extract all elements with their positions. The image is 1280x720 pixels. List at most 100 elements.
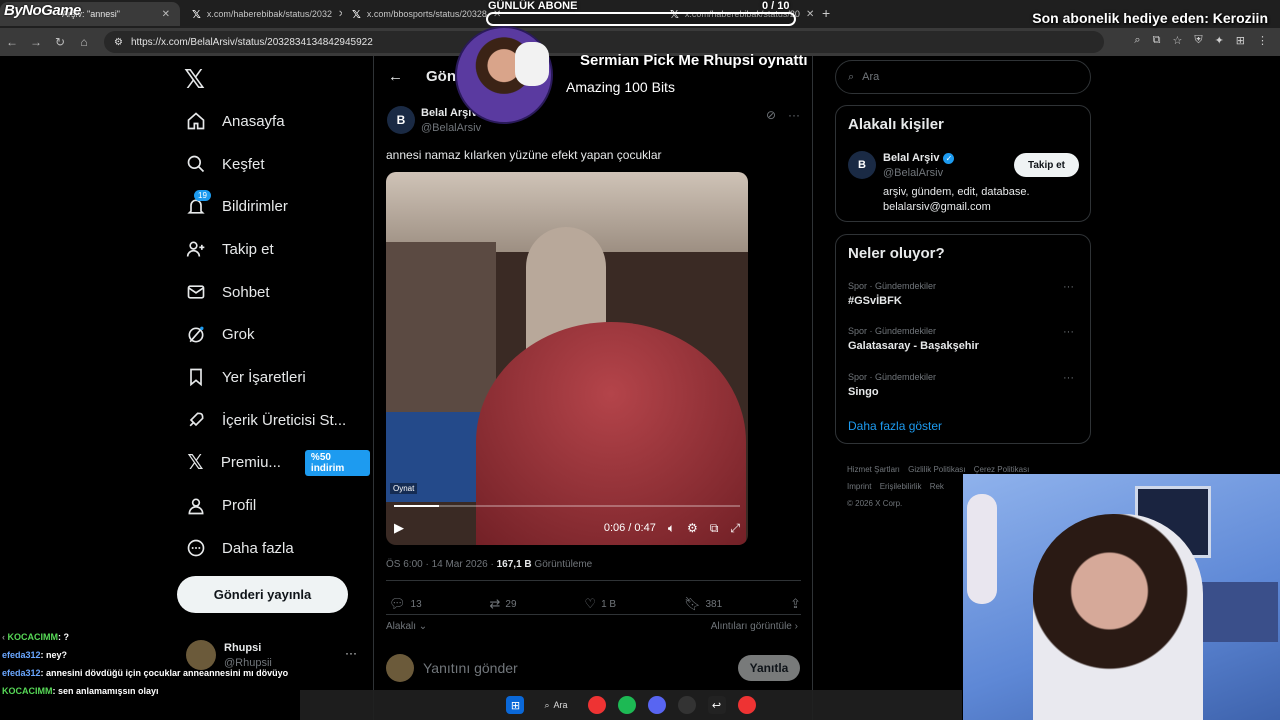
discord-icon[interactable]	[647, 696, 666, 714]
browser-tab[interactable]: 𝕏 x.com/bbosports/status/20328 ✕	[342, 2, 502, 26]
trends-card: Neler oluyor? Spor · Gündemdekiler #GSvİ…	[835, 234, 1091, 444]
menu-icon[interactable]: ⋮	[1257, 34, 1268, 47]
chrome-icon[interactable]	[737, 696, 756, 714]
home-icon	[186, 111, 206, 131]
settings-icon[interactable]: ⚙	[687, 521, 698, 535]
close-icon[interactable]: ✕	[162, 9, 170, 20]
footer-link[interactable]: Hizmet Şartları	[847, 465, 900, 474]
taskbar: ⊞ ⌕ Ara ↩	[300, 690, 962, 720]
more-icon[interactable]: ···	[345, 646, 357, 660]
more-icon[interactable]: ···	[788, 108, 800, 122]
back-arrow-icon[interactable]: ←	[388, 68, 403, 85]
windows-start-icon[interactable]: ⊞	[506, 696, 525, 714]
reload-icon[interactable]: ↻	[48, 35, 72, 49]
footer-link[interactable]: Erişilebilirlik	[880, 482, 922, 491]
video-player[interactable]: Oynat ▶ 0:06 / 0:47 🔈︎ ⚙ ⧉ ⤢	[386, 172, 748, 545]
more-icon[interactable]: ···	[1063, 281, 1074, 293]
sidebar-item-label: İçerik Üreticisi St...	[222, 411, 347, 429]
bookmark-button[interactable]: 🔖︎ 381	[684, 596, 722, 612]
extensions-bar: ⌕ ⧉ ☆ ⛨ ✦ ⊞ ⋮	[1134, 34, 1268, 47]
app-icon[interactable]: ↩	[707, 696, 726, 714]
reply-submit-button[interactable]: Yanıtla	[738, 655, 800, 681]
show-more-link[interactable]: Daha fazla göster	[848, 419, 942, 433]
reply-input[interactable]: Yanıtını gönder	[423, 660, 518, 676]
like-button[interactable]: ♡ 1 B	[584, 596, 616, 612]
zoom-icon[interactable]: ⌕	[1134, 34, 1140, 47]
sidebar-item-grok[interactable]: Grok	[180, 313, 370, 356]
who-name[interactable]: Belal Arşiv ✓	[883, 152, 955, 164]
browser-tab[interactable]: 𝕏 x.com/haberebibak/status/2032 ✕	[182, 2, 342, 26]
play-icon[interactable]: ▶	[394, 520, 404, 536]
footer-link[interactable]: Rek	[930, 482, 944, 491]
video-progress-bar[interactable]	[394, 505, 740, 507]
fullscreen-icon[interactable]: ⤢	[730, 521, 740, 536]
obs-icon[interactable]	[677, 696, 696, 714]
post-text: annesi namaz kılarken yüzüne efekt yapan…	[386, 148, 662, 162]
grok-icon[interactable]: ⊘	[766, 108, 776, 122]
repost-count: 29	[505, 598, 517, 610]
who-bio: arşiv, gündem, edit, database. belalarsi…	[883, 185, 1030, 215]
more-icon[interactable]: ···	[1063, 326, 1074, 338]
profile-icon	[186, 496, 206, 516]
new-tab-button[interactable]: +	[822, 5, 830, 21]
footer-link[interactable]: Imprint	[847, 482, 871, 491]
volume-icon[interactable]: 🔈︎	[668, 521, 675, 536]
sidebar-item-label: Grok	[222, 326, 255, 344]
divider	[386, 580, 801, 581]
home-icon[interactable]: ⌂	[72, 35, 96, 49]
more-icon[interactable]: ···	[1063, 372, 1074, 384]
sidebar-item-home[interactable]: Anasayfa	[180, 100, 370, 143]
sidebar-item-label: Daha fazla	[222, 539, 294, 557]
sidebar-item-more[interactable]: Daha fazla	[180, 527, 370, 570]
trend-item[interactable]: Spor · Gündemdekiler Singo ···	[848, 372, 1080, 398]
who-bio-line: belalarsiv@gmail.com	[883, 201, 991, 213]
trend-item[interactable]: Spor · Gündemdekiler #GSvİBFK ···	[848, 281, 1080, 307]
who-avatar[interactable]: B	[848, 151, 876, 179]
post-button[interactable]: Gönderi yayınla	[177, 576, 348, 613]
author-avatar[interactable]: B	[387, 106, 415, 134]
footer-link[interactable]: Gizlilik Politikası	[908, 465, 965, 474]
extension-icon[interactable]: ✦	[1215, 34, 1224, 47]
site-info-icon[interactable]: ⚙	[114, 37, 123, 48]
puzzle-icon[interactable]: ⊞	[1236, 34, 1245, 47]
author-handle[interactable]: @BelalArsiv	[421, 122, 481, 134]
bookmark-icon	[186, 367, 206, 387]
back-icon[interactable]: ←	[0, 35, 24, 49]
spotify-icon[interactable]	[617, 696, 636, 714]
x-icon: 𝕏	[187, 452, 204, 475]
pip-icon[interactable]: ⧉	[710, 521, 719, 536]
sidebar-item-creator-studio[interactable]: İçerik Üreticisi St...	[180, 399, 370, 442]
url-input[interactable]: ⚙ https://x.com/BelalArsiv/status/203283…	[104, 31, 1104, 53]
repost-button[interactable]: ⇄ 29	[490, 596, 517, 612]
sidebar-item-notifications[interactable]: 19 Bildirimler	[180, 185, 370, 228]
forward-icon[interactable]: →	[24, 35, 48, 49]
like-count: 1 B	[601, 598, 617, 610]
trend-item[interactable]: Spor · Gündemdekiler Galatasaray - Başak…	[848, 326, 1080, 352]
shield-icon[interactable]: ⛨	[1194, 34, 1202, 47]
follow-button[interactable]: Takip et	[1014, 153, 1079, 177]
reply-button[interactable]: 💬︎ 13	[389, 596, 422, 612]
chrome-icon[interactable]	[587, 696, 606, 714]
taskbar-search-label: Ara	[553, 700, 568, 710]
goal-progress-bar	[486, 12, 796, 26]
sidebar-item-bookmarks[interactable]: Yer İşaretleri	[180, 356, 370, 399]
sidebar-item-explore[interactable]: Keşfet	[180, 143, 370, 186]
sidebar-item-premium[interactable]: 𝕏 Premiu... %50 indirim	[180, 442, 370, 485]
search-input[interactable]: ⌕ Ara	[835, 60, 1091, 94]
x-logo-icon[interactable]: 𝕏	[184, 64, 205, 95]
install-icon[interactable]: ⧉	[1153, 34, 1161, 47]
sort-dropdown[interactable]: Alakalı ⌄	[386, 621, 427, 632]
view-quotes-link[interactable]: Alıntıları görüntüle ›	[711, 621, 798, 632]
share-button[interactable]: ⇪	[790, 596, 801, 612]
sidebar-item-follow[interactable]: Takip et	[180, 228, 370, 271]
star-icon[interactable]: ☆	[1172, 34, 1182, 47]
footer-link[interactable]: Çerez Politikası	[974, 465, 1030, 474]
x-icon: 𝕏	[352, 8, 361, 21]
premium-discount-badge: %50 indirim	[304, 449, 370, 476]
sidebar-item-chat[interactable]: Sohbet	[180, 271, 370, 314]
sidebar-item-label: Profil	[222, 497, 257, 515]
taskbar-search[interactable]: ⌕ Ara	[536, 700, 575, 711]
card-title: Alakalı kişiler	[848, 116, 944, 133]
close-icon[interactable]: ✕	[806, 9, 814, 20]
sidebar-item-profile[interactable]: Profil	[180, 484, 370, 527]
